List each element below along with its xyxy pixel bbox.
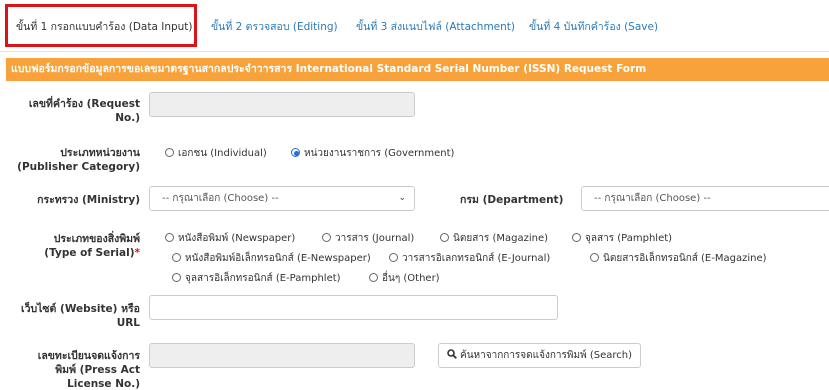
radio-circle[interactable]: [389, 253, 398, 262]
radio-e-newspaper[interactable]: หนังสือพิมพ์อิเล็กทรอนิกส์ (E-Newspaper): [172, 251, 371, 266]
request-no-field: [149, 92, 415, 117]
radio-circle[interactable]: [440, 233, 449, 242]
radio-circle[interactable]: [590, 253, 599, 262]
department-label: กรม (Department): [460, 194, 564, 206]
radio-circle[interactable]: [165, 233, 174, 242]
radio-government[interactable]: หน่วยงานราชการ (Government): [291, 146, 454, 161]
tab-editing[interactable]: ขั้นที่ 2 ตรวจสอบ (Editing): [211, 18, 338, 35]
radio-e-magazine[interactable]: นิตยสารอิเล็กทรอนิกส์ (E-Magazine): [590, 251, 767, 266]
press-act-search-button[interactable]: ค้นหาจากการจดแจ้งการพิมพ์ (Search): [438, 343, 641, 368]
radio-e-journal[interactable]: วารสารอิเลกทรอนิกส์ (E-Journal): [389, 251, 550, 266]
form-title: แบบฟอร์มกรอกข้อมูลการขอเลขมาตรฐานสากลประ…: [6, 58, 829, 81]
radio-journal[interactable]: วารสาร (Journal): [322, 231, 414, 246]
radio-other[interactable]: อื่นๆ (Other): [369, 271, 440, 286]
radio-circle[interactable]: [572, 233, 581, 242]
step-tabs: ขั้นที่ 1 กรอกแบบคำร้อง (Data Input) ขั้…: [0, 0, 829, 52]
radio-circle[interactable]: [369, 273, 378, 282]
radio-circle[interactable]: [172, 253, 181, 262]
radio-newspaper[interactable]: หนังสือพิมพ์ (Newspaper): [165, 231, 295, 246]
website-input[interactable]: [149, 295, 558, 320]
radio-circle[interactable]: [322, 233, 331, 242]
chevron-down-icon: ⌄: [398, 193, 406, 203]
active-tab-highlight: [5, 4, 197, 47]
radio-pamphlet[interactable]: จุลสาร (Pamphlet): [572, 231, 672, 246]
radio-individual[interactable]: เอกชน (Individual): [165, 146, 267, 161]
radio-magazine[interactable]: นิตยสาร (Magazine): [440, 231, 548, 246]
tab-attachment[interactable]: ขั้นที่ 3 ส่งแนบไฟล์ (Attachment): [356, 18, 515, 35]
radio-circle[interactable]: [165, 148, 174, 157]
search-icon: [447, 344, 457, 367]
radio-circle-checked[interactable]: [291, 148, 300, 157]
required-mark: *: [134, 247, 141, 259]
press-act-field: [149, 343, 415, 368]
radio-circle[interactable]: [172, 273, 181, 282]
tab-save[interactable]: ขั้นที่ 4 บันทึกคำร้อง (Save): [529, 18, 658, 35]
ministry-select[interactable]: -- กรุณาเลือก (Choose) -- ⌄: [149, 186, 415, 211]
radio-e-pamphlet[interactable]: จุลสารอิเล็กทรอนิกส์ (E-Pamphlet): [172, 271, 341, 286]
department-select[interactable]: -- กรุณาเลือก (Choose) --: [581, 186, 829, 211]
